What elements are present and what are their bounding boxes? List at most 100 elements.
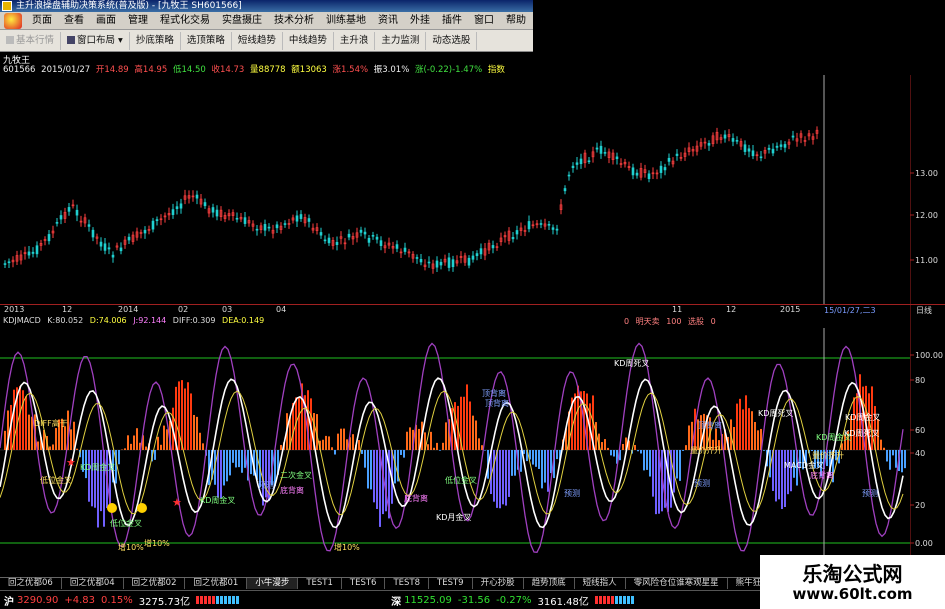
- tab-formula[interactable]: 回之优都06: [0, 578, 62, 589]
- macd-bar-positive: [601, 442, 603, 450]
- date-tick: 04: [276, 305, 287, 314]
- right-axis: 13.00 12.00 11.00 100.00 80 60 40 20 0.00: [910, 75, 943, 565]
- candle-body: [663, 167, 667, 171]
- macd-bar-positive: [745, 395, 747, 450]
- tab-formula[interactable]: 回之优都01: [185, 578, 248, 589]
- macd-bar-negative: [895, 450, 897, 468]
- menu-tech-analysis[interactable]: 技术分析: [268, 12, 320, 30]
- candle-body: [67, 207, 71, 212]
- menu-plugin[interactable]: 插件: [436, 12, 468, 30]
- menu-help[interactable]: 帮助: [500, 12, 532, 30]
- sz-index-value[interactable]: 11525.09: [404, 595, 452, 606]
- tab-formula[interactable]: TEST1: [298, 578, 342, 589]
- macd-bar-positive: [64, 426, 66, 450]
- menu-view[interactable]: 查看: [58, 12, 90, 30]
- tab-formula[interactable]: TEST8: [385, 578, 430, 589]
- candle-body: [103, 243, 107, 251]
- period-label[interactable]: 日线: [916, 305, 932, 316]
- candle-body: [255, 228, 259, 231]
- macd-bar-positive: [187, 382, 189, 450]
- signal-select: 选股: [688, 317, 705, 326]
- signal-annotation: 低位金叉: [110, 518, 142, 528]
- macd-bar-positive: [622, 443, 624, 450]
- macd-bar-positive: [49, 446, 51, 450]
- menu-screen[interactable]: 画面: [90, 12, 122, 30]
- macd-bar-positive: [433, 447, 435, 450]
- candle-body: [211, 207, 215, 213]
- sh-index-value[interactable]: 3290.90: [17, 595, 58, 606]
- macd-bar-negative: [544, 450, 546, 483]
- quote-date: 2015/01/27: [41, 65, 91, 75]
- tab-formula[interactable]: 开心抄股: [473, 578, 524, 589]
- macd-bar-negative: [376, 450, 378, 509]
- macd-bar-negative: [499, 450, 501, 509]
- signal-annotation: 预测: [862, 488, 878, 498]
- tab-formula[interactable]: 短线指人: [575, 578, 626, 589]
- macd-bar-negative: [640, 450, 642, 454]
- quote-diff: 涨(-0.22)-1.47%: [414, 65, 483, 75]
- date-cursor-label: 15/01/27,二3: [824, 306, 876, 315]
- indicator-chart[interactable]: DIFF高于顶背离KD周死叉顶背离顶背离KD周死叉KD周金叉低位金叉KD周金叉K…: [0, 328, 910, 568]
- menu-page[interactable]: 页面: [26, 12, 58, 30]
- menu-live[interactable]: 实盘摄庄: [216, 12, 268, 30]
- macd-bar-negative: [538, 450, 540, 469]
- menu-window[interactable]: 窗口: [468, 12, 500, 30]
- watermark-title: 乐淘公式网: [802, 562, 903, 586]
- signal-annotation: 量价齐升: [812, 450, 844, 460]
- macd-bar-negative: [97, 450, 99, 528]
- indicator-signal-values: 0 明天卖 100 选股 0: [624, 316, 720, 327]
- menu-news[interactable]: 资讯: [372, 12, 404, 30]
- candle-body: [395, 244, 399, 249]
- toolbar-window-layout[interactable]: 窗口布局 ▾: [61, 31, 130, 50]
- tab-formula[interactable]: 回之优都04: [62, 578, 124, 589]
- candle-body: [783, 144, 787, 148]
- candle-body: [427, 261, 431, 264]
- candle-body: [359, 229, 363, 233]
- macd-bar-positive: [604, 439, 606, 450]
- candle-body: [119, 247, 123, 252]
- toolbar-bottom-strategy[interactable]: 抄底策略: [130, 31, 181, 50]
- toolbar-dynamic-select[interactable]: 动态选股: [426, 31, 478, 50]
- toolbar-top-strategy[interactable]: 选顶策略: [181, 31, 232, 50]
- macd-bar-negative: [403, 450, 405, 458]
- signal-sell-tomorrow: 明天卖: [635, 317, 660, 326]
- macd-bar-positive: [463, 396, 465, 450]
- quote-volume: 量88778: [250, 65, 286, 75]
- macd-bar-negative: [118, 450, 120, 465]
- candle-body: [403, 247, 407, 252]
- toolbar-main-monitor[interactable]: 主力监测: [375, 31, 427, 50]
- macd-bar-negative: [904, 450, 906, 469]
- candle-body: [731, 138, 735, 142]
- toolbar-main-wave[interactable]: 主升浪: [334, 31, 376, 50]
- macd-bar-negative: [91, 450, 93, 507]
- date-axis: 2013 12 2014 02 03 04 11 12 2015 15/01/2…: [0, 304, 945, 315]
- quote-change: 涨1.54%: [332, 65, 369, 75]
- macd-bar-negative: [649, 450, 651, 477]
- macd-bar-positive: [853, 397, 855, 450]
- toolbar-short-trend[interactable]: 短线趋势: [232, 31, 283, 50]
- macd-bar-positive: [196, 416, 198, 450]
- tab-formula[interactable]: 零风险仓位谁寒观星星: [626, 578, 728, 589]
- signal-annotation: 顶背离: [485, 398, 509, 408]
- tab-formula[interactable]: 趋势顶底: [524, 578, 575, 589]
- price-chart[interactable]: [0, 75, 910, 305]
- indicator-name[interactable]: KDJMACD: [3, 316, 41, 325]
- macd-bar-negative: [778, 450, 780, 500]
- menu-manage[interactable]: 管理: [122, 12, 154, 30]
- tab-formula[interactable]: 回之优都02: [124, 578, 186, 589]
- menu-plugin-ext[interactable]: 外挂: [404, 12, 436, 30]
- toolbar-mid-trend[interactable]: 中线趋势: [283, 31, 334, 50]
- date-tick: 03: [222, 305, 233, 314]
- tab-formula[interactable]: TEST6: [342, 578, 386, 589]
- tab-formula[interactable]: 小牛漫步: [247, 578, 299, 589]
- menu-training[interactable]: 训练基地: [320, 12, 372, 30]
- date-tick: 12: [62, 305, 73, 314]
- toolbar-basic-quote[interactable]: 基本行情: [0, 31, 62, 50]
- window-titlebar[interactable]: 主升浪操盘辅助决策系统(普及版) - [九牧王 SH601566]: [0, 0, 533, 12]
- candle-body: [111, 254, 115, 258]
- quote-low: 低14.50: [172, 65, 206, 75]
- date-tick: 11: [672, 305, 683, 314]
- tab-formula[interactable]: TEST9: [429, 578, 473, 589]
- macd-bar-positive: [736, 403, 738, 450]
- menu-program-trading[interactable]: 程式化交易: [154, 12, 216, 30]
